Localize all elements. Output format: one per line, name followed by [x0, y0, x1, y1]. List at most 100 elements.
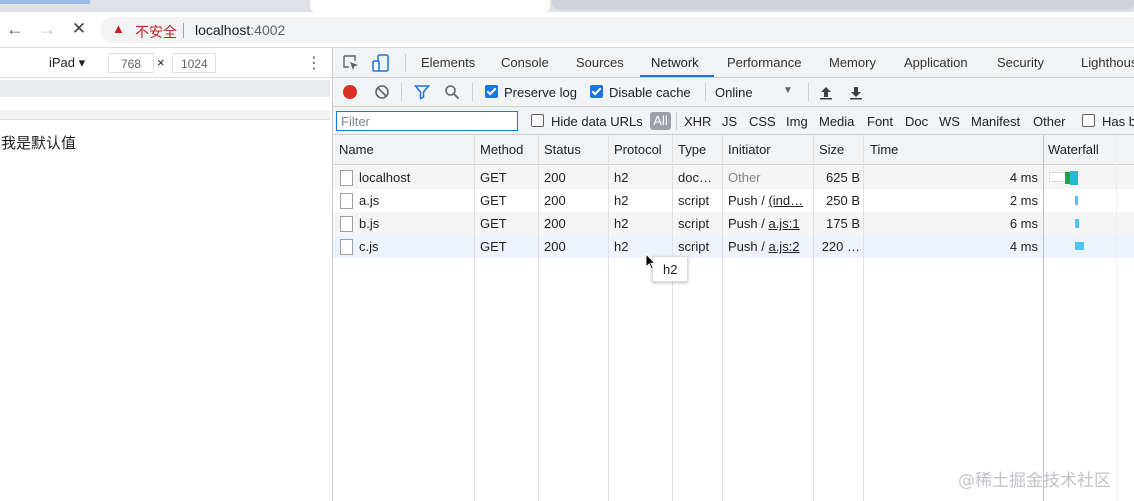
filter-type-other[interactable]: Other [1033, 114, 1066, 129]
column-header-name[interactable]: Name [339, 142, 374, 157]
column-header-protocol[interactable]: Protocol [614, 142, 662, 157]
filter-type-all[interactable]: All [650, 112, 671, 130]
column-header-initiator[interactable]: Initiator [728, 142, 771, 157]
inactive-tab[interactable] [552, 0, 1134, 10]
column-divider[interactable] [672, 135, 673, 501]
has-blocked-cookies-checkbox[interactable] [1082, 114, 1095, 127]
table-row[interactable]: a.js GET 200 h2 script Push / (ind… 250 … [333, 189, 1134, 212]
hide-data-urls-checkbox[interactable] [531, 114, 544, 127]
request-name[interactable]: a.js [359, 193, 474, 208]
url-port: :4002 [250, 22, 286, 38]
filter-type-doc[interactable]: Doc [905, 114, 928, 129]
has-blocked-cookies-label[interactable]: Has b [1102, 114, 1134, 129]
initiator-link[interactable]: a.js:2 [768, 239, 799, 254]
column-header-waterfall[interactable]: Waterfall [1048, 142, 1099, 157]
tab-elements[interactable]: Elements [421, 55, 475, 70]
column-divider[interactable] [813, 135, 814, 501]
dimension-separator: × [157, 55, 165, 70]
filter-type-js[interactable]: JS [722, 114, 737, 129]
tab-loading-indicator [0, 0, 90, 4]
table-row[interactable]: localhost GET 200 h2 doc… Other 625 B 4 … [333, 166, 1134, 189]
waterfall-bar [1075, 219, 1079, 228]
column-header-method[interactable]: Method [480, 142, 523, 157]
filter-type-img[interactable]: Img [786, 114, 808, 129]
forward-icon[interactable]: → [36, 18, 58, 40]
column-header-time[interactable]: Time [870, 142, 898, 157]
inspect-element-icon[interactable] [341, 53, 361, 73]
filter-bar: Filter Hide data URLs All XHR JS CSS Img… [333, 107, 1134, 135]
column-divider[interactable] [1043, 135, 1044, 501]
filter-type-font[interactable]: Font [867, 114, 893, 129]
export-har-icon[interactable] [849, 84, 863, 100]
column-divider[interactable] [608, 135, 609, 501]
filter-type-xhr[interactable]: XHR [684, 114, 711, 129]
column-divider[interactable] [722, 135, 723, 501]
clear-icon[interactable] [374, 84, 390, 100]
tab-strip [0, 0, 1134, 12]
column-header-type[interactable]: Type [678, 142, 706, 157]
column-divider[interactable] [474, 135, 475, 501]
request-status: 200 [544, 193, 566, 208]
filter-input[interactable]: Filter [336, 111, 518, 131]
search-icon[interactable] [444, 84, 460, 100]
security-status[interactable]: 不安全 [135, 22, 177, 42]
tab-application[interactable]: Application [904, 55, 968, 70]
request-protocol: h2 [614, 216, 629, 231]
import-har-icon[interactable] [819, 84, 833, 100]
request-name[interactable]: b.js [359, 216, 474, 231]
media-query-bar[interactable] [0, 80, 330, 97]
filter-type-media[interactable]: Media [819, 114, 854, 129]
tab-security[interactable]: Security [997, 55, 1044, 70]
chevron-down-icon[interactable]: ▼ [783, 85, 793, 96]
network-request-table: Name Method Status Protocol Type Initiat… [333, 135, 1134, 501]
preserve-log-label[interactable]: Preserve log [504, 85, 577, 100]
tab-network[interactable]: Network [651, 55, 699, 70]
column-divider[interactable] [538, 135, 539, 501]
device-toggle-icon[interactable] [371, 53, 391, 73]
tab-performance[interactable]: Performance [727, 55, 801, 70]
initiator-link[interactable]: a.js:1 [768, 216, 799, 231]
table-row[interactable]: b.js GET 200 h2 script Push / a.js:1 175… [333, 212, 1134, 235]
request-status: 200 [544, 216, 566, 231]
device-toolbar: iPad ▾ 768 × 1024 ⋮ [0, 48, 332, 78]
preserve-log-checkbox[interactable] [485, 85, 498, 98]
network-toolbar: Preserve log Disable cache Online ▼ [333, 78, 1134, 107]
warning-icon[interactable]: ▲ [112, 21, 125, 36]
filter-type-css[interactable]: CSS [749, 114, 776, 129]
request-name[interactable]: c.js [359, 239, 474, 254]
request-initiator: Push / (ind… [728, 193, 812, 208]
tab-console[interactable]: Console [501, 55, 549, 70]
request-time: 4 ms [1009, 239, 1038, 254]
address-bar[interactable]: ▲ 不安全 localhost:4002 [100, 17, 1134, 43]
throttling-select[interactable]: Online [715, 85, 753, 100]
filter-icon[interactable] [414, 84, 430, 100]
table-row[interactable]: c.js GET 200 h2 script Push / a.js:2 220… [333, 235, 1134, 258]
url-text[interactable]: localhost:4002 [195, 22, 285, 38]
request-method: GET [480, 239, 507, 254]
back-icon[interactable]: ← [4, 18, 26, 40]
filter-type-ws[interactable]: WS [939, 114, 960, 129]
column-header-size[interactable]: Size [819, 142, 844, 157]
request-name[interactable]: localhost [359, 170, 474, 185]
request-protocol: h2 [614, 239, 629, 254]
filter-type-manifest[interactable]: Manifest [971, 114, 1020, 129]
initiator-link[interactable]: (ind… [768, 193, 803, 208]
stop-loading-icon[interactable]: ✕ [68, 18, 90, 40]
record-icon[interactable] [342, 84, 358, 100]
tab-lighthouse[interactable]: Lighthouse [1081, 55, 1134, 70]
initiator-prefix: Push / [728, 239, 769, 254]
disable-cache-label[interactable]: Disable cache [609, 85, 691, 100]
column-divider[interactable] [863, 135, 864, 501]
disable-cache-checkbox[interactable] [590, 85, 603, 98]
tab-sources[interactable]: Sources [576, 55, 624, 70]
watermark: @稀土掘金技术社区 [958, 471, 1111, 491]
device-select[interactable]: iPad ▾ [49, 55, 85, 71]
active-tab[interactable] [310, 0, 550, 12]
more-options-icon[interactable]: ⋮ [306, 53, 322, 73]
viewport-height-input[interactable]: 1024 [172, 53, 216, 73]
viewport-width-input[interactable]: 768 [108, 53, 154, 73]
request-type: script [678, 193, 710, 208]
column-header-status[interactable]: Status [544, 142, 581, 157]
hide-data-urls-label[interactable]: Hide data URLs [551, 114, 643, 129]
tab-memory[interactable]: Memory [829, 55, 876, 70]
